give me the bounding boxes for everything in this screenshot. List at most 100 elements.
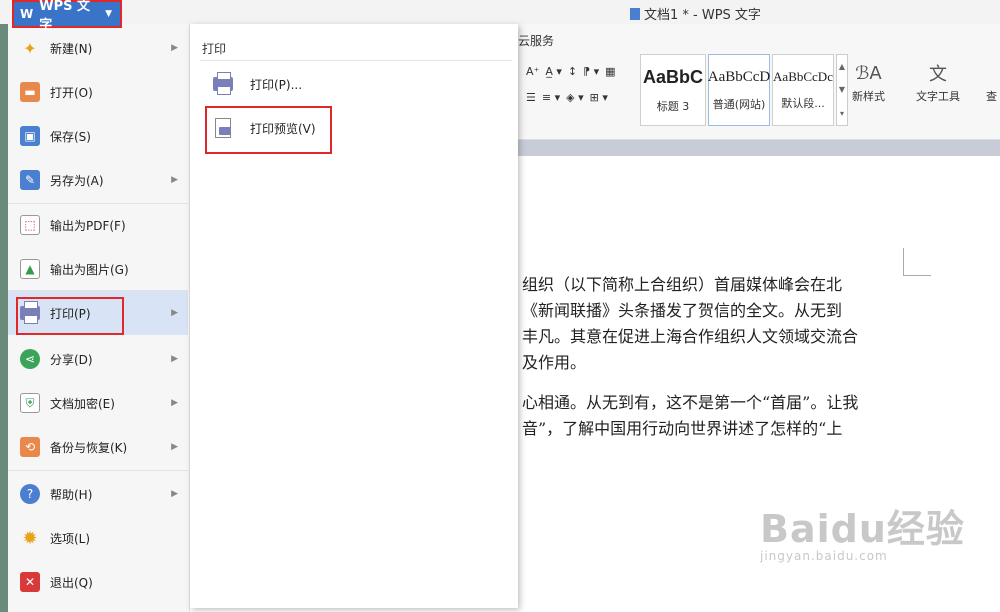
backup-icon: ⟲ xyxy=(20,437,40,457)
style-sample: AaBbCcD xyxy=(707,68,771,85)
grid-icon[interactable]: ▦ xyxy=(605,65,615,78)
chevron-right-icon: ▶ xyxy=(171,308,178,318)
menu-item-backup[interactable]: ⟲ 备份与恢复(K) ▶ xyxy=(8,426,188,468)
wps-menu-button[interactable]: W WPS 文字 ▼ xyxy=(12,0,122,33)
style-normal-web[interactable]: AaBbCcD 普通(网站) xyxy=(708,54,770,126)
align-icon[interactable]: ☰ xyxy=(526,91,536,104)
menu-item-label: 打开(O) xyxy=(50,85,93,100)
background-strip xyxy=(0,24,8,612)
paragraph-icon[interactable]: ⁋ ▾ xyxy=(583,65,599,78)
text-tools-button[interactable]: 文 文字工具 xyxy=(916,58,960,104)
help-icon: ? xyxy=(20,484,40,504)
document-body[interactable]: 组织（以下简称上合组织）首届媒体峰会在北 《新闻联播》头条播发了贺信的全文。从无… xyxy=(522,272,912,442)
menu-item-label: 输出为图片(G) xyxy=(50,262,129,277)
font-size-icon[interactable]: A⁺ xyxy=(526,65,539,78)
chevron-right-icon: ▶ xyxy=(171,175,178,185)
watermark-brand: Baidu经验 xyxy=(760,507,965,551)
tab-cloud-service[interactable]: 云服务 xyxy=(518,32,554,49)
menu-item-open[interactable]: ▬ 打开(O) xyxy=(8,71,188,113)
text-line: 《新闻联播》头条播发了贺信的全文。从无到 xyxy=(522,301,843,320)
line-spacing-icon[interactable]: ≡ ▾ xyxy=(542,91,560,104)
menu-item-export-image[interactable]: ▲ 输出为图片(G) xyxy=(8,248,188,290)
find-button[interactable]: 查 xyxy=(986,58,997,104)
style-name: 标题 3 xyxy=(656,99,690,113)
menu-item-save[interactable]: ▣ 保存(S) xyxy=(8,115,188,157)
text-line: 音”，了解中国用行动向世界讲述了怎样的“上 xyxy=(522,419,843,438)
menu-item-save-as[interactable]: ✎ 另存为(A) ▶ xyxy=(8,159,188,201)
save-icon: ▣ xyxy=(20,126,40,146)
menu-item-label: 文档加密(E) xyxy=(50,396,115,411)
text-line: 及作用。 xyxy=(522,353,587,372)
share-icon: ⋖ xyxy=(20,349,40,369)
style-sample: AaBbC xyxy=(642,66,703,87)
menu-item-label: 退出(Q) xyxy=(50,575,93,590)
menu-item-label: 备份与恢复(K) xyxy=(50,440,128,455)
menu-item-exit[interactable]: ✕ 退出(Q) xyxy=(8,561,188,603)
chevron-right-icon: ▶ xyxy=(171,489,178,499)
folder-icon: ▬ xyxy=(20,82,40,102)
style-heading3[interactable]: AaBbC 标题 3 xyxy=(640,54,706,126)
new-style-button[interactable]: ℬA 新样式 xyxy=(852,58,885,104)
menu-item-label: 输出为PDF(F) xyxy=(50,218,126,233)
menu-item-label: 新建(N) xyxy=(50,41,93,56)
print-preview-icon xyxy=(212,117,234,139)
phonetic-icon[interactable]: A̲ ▾ xyxy=(545,65,562,78)
chevron-right-icon: ▶ xyxy=(171,398,178,408)
chevron-right-icon: ▶ xyxy=(171,354,178,364)
chevron-down-icon: ▼ xyxy=(105,9,112,19)
chevron-right-icon: ▶ xyxy=(171,442,178,452)
style-name: 默认段... xyxy=(781,97,825,110)
menu-item-export-pdf[interactable]: ⬚ 输出为PDF(F) xyxy=(8,204,188,246)
style-gallery-scroll[interactable]: ▲ ▼ ▾ xyxy=(836,54,848,126)
ruler-strip xyxy=(518,140,1000,156)
printer-icon xyxy=(20,301,40,324)
chevron-right-icon: ▶ xyxy=(171,43,178,53)
pdf-icon: ⬚ xyxy=(20,215,40,235)
format-tools: A⁺ A̲ ▾ ↕ ⁋ ▾ ▦ ☰ ≡ ▾ ◈ ▾ ⊞ ▾ xyxy=(526,58,638,128)
menu-item-label: 分享(D) xyxy=(50,352,93,367)
print-option-label: 打印(P)... xyxy=(250,77,303,92)
new-style-label: 新样式 xyxy=(852,90,885,103)
sort-icon[interactable]: ↕ xyxy=(568,65,577,78)
style-default-paragraph[interactable]: AaBbCcDc 默认段... xyxy=(772,54,834,126)
gear-icon: ✹ xyxy=(22,527,38,549)
text-line: 组织（以下简称上合组织）首届媒体峰会在北 xyxy=(522,275,843,294)
text-line: 丰凡。其意在促进上海合作组织人文领域交流合 xyxy=(522,327,859,346)
menu-item-label: 选项(L) xyxy=(50,531,91,546)
menu-item-help[interactable]: ? 帮助(H) ▶ xyxy=(8,473,188,515)
text-line: 心相通。从无到有，这不是第一个“首届”。让我 xyxy=(522,393,859,412)
wps-button-label: WPS 文字 xyxy=(39,0,91,33)
new-style-icon: ℬA xyxy=(855,62,882,84)
text-tools-icon: 文 xyxy=(929,64,947,85)
document-icon xyxy=(630,7,640,20)
text-tools-label: 文字工具 xyxy=(916,90,960,103)
document-title: 文档1 * - WPS 文字 xyxy=(644,8,761,23)
window-title: 文档1 * - WPS 文字 xyxy=(630,4,761,23)
menu-item-new[interactable]: ✦ 新建(N) ▶ xyxy=(8,27,188,69)
menu-item-options[interactable]: ✹ 选项(L) xyxy=(8,517,188,559)
baidu-watermark: Baidu经验 jingyan.baidu.com xyxy=(760,498,965,563)
ribbon: 云服务 A⁺ A̲ ▾ ↕ ⁋ ▾ ▦ ☰ ≡ ▾ ◈ ▾ ⊞ ▾ AaBbC … xyxy=(518,24,1000,140)
lock-doc-icon: ⛨ xyxy=(20,393,40,413)
menu-item-label: 打印(P) xyxy=(50,306,91,321)
border-icon[interactable]: ⊞ ▾ xyxy=(590,91,608,104)
expand-icon[interactable]: ▾ xyxy=(840,109,844,118)
image-icon: ▲ xyxy=(20,259,40,279)
title-bar: 文档1 * - WPS 文字 xyxy=(0,0,1000,24)
menu-item-encrypt[interactable]: ⛨ 文档加密(E) ▶ xyxy=(8,382,188,424)
print-option[interactable]: 打印(P)... xyxy=(212,68,302,100)
new-doc-icon: ✦ xyxy=(23,38,37,58)
fill-color-icon[interactable]: ◈ ▾ xyxy=(566,91,583,104)
menu-item-label: 另存为(A) xyxy=(50,173,104,188)
scroll-down-icon[interactable]: ▼ xyxy=(839,85,845,94)
print-preview-label: 打印预览(V) xyxy=(250,121,316,136)
scroll-up-icon[interactable]: ▲ xyxy=(839,62,845,71)
print-preview-option[interactable]: 打印预览(V) xyxy=(212,112,316,144)
print-submenu: 打印 打印(P)... 打印预览(V) xyxy=(190,24,518,608)
save-as-icon: ✎ xyxy=(20,170,40,190)
menu-item-label: 保存(S) xyxy=(50,129,91,144)
wps-logo-icon: W xyxy=(20,7,34,21)
menu-item-share[interactable]: ⋖ 分享(D) ▶ xyxy=(8,338,188,380)
menu-item-print[interactable]: 打印(P) ▶ xyxy=(8,291,188,335)
menu-item-label: 帮助(H) xyxy=(50,487,93,502)
